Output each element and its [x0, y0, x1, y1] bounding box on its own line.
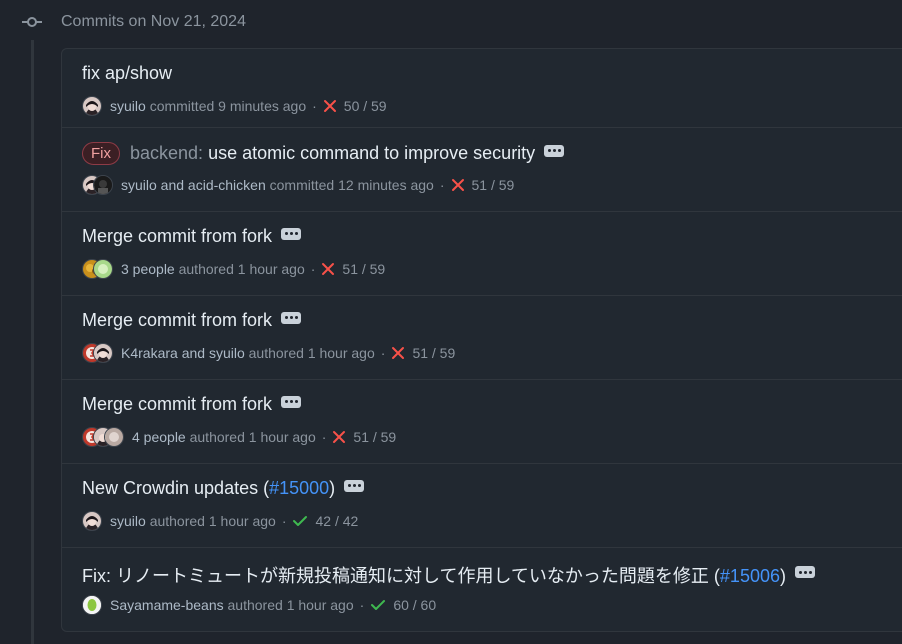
commit-time: 1 hour ago	[307, 345, 375, 361]
check-icon[interactable]	[292, 514, 308, 528]
checks-count[interactable]: 60 / 60	[393, 597, 436, 613]
commit-authors[interactable]: 3 people	[121, 261, 175, 277]
x-icon[interactable]	[321, 262, 335, 276]
git-commit-icon	[18, 8, 46, 36]
kebab-horizontal-icon[interactable]	[344, 479, 365, 492]
day-title: Commits on Nov 21, 2024	[61, 13, 246, 30]
commit-row: Merge commit from fork 4 people authored…	[62, 380, 902, 464]
kebab-horizontal-icon[interactable]	[281, 227, 302, 240]
commit-title[interactable]: Merge commit from fork	[82, 394, 272, 415]
avatar[interactable]	[93, 259, 113, 279]
separator: ·	[439, 177, 445, 193]
separator: ·	[321, 429, 327, 445]
commit-label: Fix	[82, 142, 120, 165]
commit-authors[interactable]: 4 people	[132, 429, 186, 445]
separator: ·	[312, 98, 317, 114]
commit-action: authored	[227, 597, 283, 613]
day-header: Commits on Nov 21, 2024	[18, 8, 246, 36]
avatar[interactable]	[82, 595, 102, 615]
commit-title[interactable]: Merge commit from fork	[82, 226, 272, 247]
commit-row: Fix: リノートミュートが新規投稿通知に対して作用していなかった問題を修正 (…	[62, 548, 902, 631]
avatar[interactable]	[82, 511, 102, 531]
commit-action: authored	[248, 345, 304, 361]
commit-row: fix ap/show syuilo committed 9 minutes a…	[62, 49, 902, 128]
separator: ·	[380, 345, 386, 361]
separator: ·	[281, 513, 287, 529]
timeline-line	[31, 40, 34, 644]
commit-authors[interactable]: Sayamame-beans	[110, 597, 224, 613]
checks-count[interactable]: 51 / 59	[412, 345, 455, 361]
commit-time: 1 hour ago	[237, 261, 305, 277]
commit-authors[interactable]: syuilo and acid-chicken	[121, 177, 266, 193]
commit-list: fix ap/show syuilo committed 9 minutes a…	[61, 48, 902, 632]
checks-count[interactable]: 42 / 42	[315, 513, 358, 529]
kebab-horizontal-icon[interactable]	[281, 311, 302, 324]
commit-authors[interactable]: K4rakara and syuilo	[121, 345, 245, 361]
commit-title[interactable]: fix ap/show	[82, 63, 172, 84]
separator: ·	[310, 261, 316, 277]
commit-action: committed	[149, 98, 215, 114]
checks-count[interactable]: 51 / 59	[353, 429, 396, 445]
checks-count[interactable]: 51 / 59	[472, 177, 515, 193]
commit-title[interactable]: use atomic command to improve security	[208, 143, 535, 164]
commit-action: authored	[149, 513, 205, 529]
avatar[interactable]	[93, 343, 113, 363]
pull-request-link[interactable]: #15006	[720, 566, 780, 586]
commit-time: 1 hour ago	[286, 597, 354, 613]
x-icon[interactable]	[451, 178, 465, 192]
x-icon[interactable]	[323, 99, 337, 113]
kebab-horizontal-icon[interactable]	[544, 144, 565, 157]
commit-row: New Crowdin updates (#15000) syuilo auth…	[62, 464, 902, 548]
commit-scope: backend:	[130, 143, 204, 163]
commit-time: 1 hour ago	[208, 513, 276, 529]
checks-count[interactable]: 51 / 59	[342, 261, 385, 277]
commit-time: 12 minutes ago	[338, 177, 434, 193]
checks-count[interactable]: 50 / 59	[344, 98, 387, 114]
commit-title[interactable]: New Crowdin updates (#15000)	[82, 478, 335, 499]
commit-row: Fix backend: use atomic command to impro…	[62, 128, 902, 212]
x-icon[interactable]	[391, 346, 405, 360]
commit-row: Merge commit from fork K4rakara and syui…	[62, 296, 902, 380]
x-icon[interactable]	[332, 430, 346, 444]
commit-action: authored	[178, 261, 234, 277]
commit-action: committed	[269, 177, 335, 193]
commit-title[interactable]: Fix: リノートミュートが新規投稿通知に対して作用していなかった問題を修正 (…	[82, 562, 786, 588]
commit-title[interactable]: Merge commit from fork	[82, 310, 272, 331]
commit-authors[interactable]: syuilo	[110, 98, 146, 114]
pull-request-link[interactable]: #15000	[269, 478, 329, 498]
commit-row: Merge commit from fork 3 people authored…	[62, 212, 902, 296]
check-icon[interactable]	[370, 598, 386, 612]
kebab-horizontal-icon[interactable]	[281, 395, 302, 408]
kebab-horizontal-icon[interactable]	[795, 566, 815, 578]
commit-time: 1 hour ago	[248, 429, 316, 445]
separator: ·	[359, 597, 365, 613]
avatar[interactable]	[93, 175, 113, 195]
avatar[interactable]	[82, 96, 102, 116]
commit-time: 9 minutes ago	[218, 98, 307, 114]
avatar[interactable]	[104, 427, 124, 447]
commit-action: authored	[189, 429, 245, 445]
commit-authors[interactable]: syuilo	[110, 513, 146, 529]
